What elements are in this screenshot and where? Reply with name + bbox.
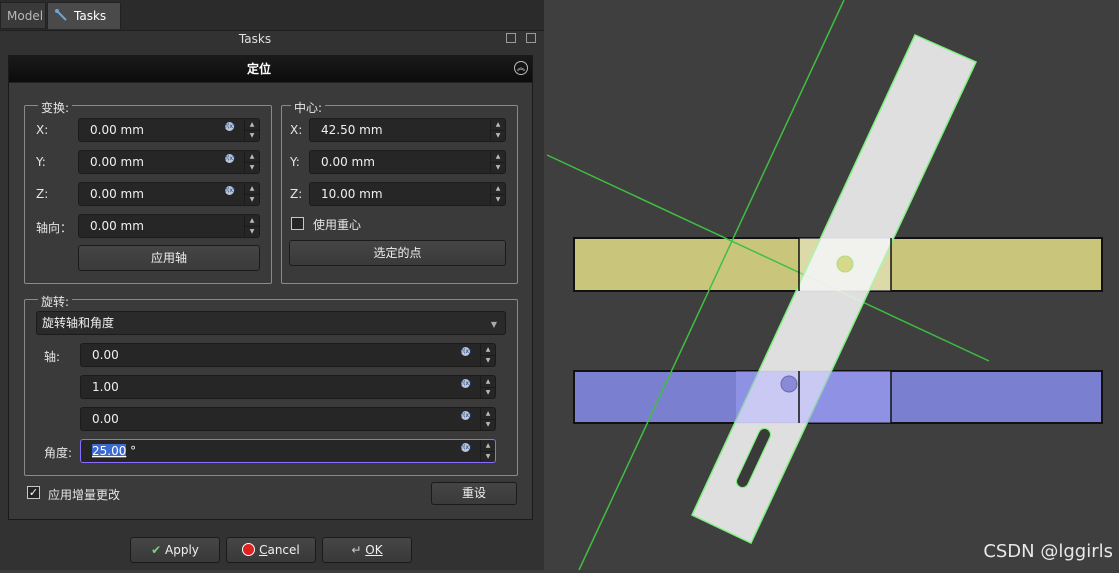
spin-arrows[interactable]: ▲ ▼: [480, 344, 495, 366]
angle-value: 25.00 °: [92, 440, 136, 462]
incremental-checkbox[interactable]: ✓: [27, 486, 40, 499]
cancel-button[interactable]: Cancel: [226, 537, 316, 563]
check-icon: ✔: [151, 543, 162, 557]
expression-icon[interactable]: f(x): [461, 347, 471, 356]
spin-arrows[interactable]: ▲ ▼: [244, 119, 259, 141]
spin-arrows[interactable]: ▲ ▼: [490, 183, 505, 205]
expression-icon[interactable]: f(x): [461, 411, 471, 420]
axial-input[interactable]: 0.00 mm ▲ ▼: [78, 214, 260, 238]
transform-z-value: 0.00 mm: [90, 187, 144, 201]
ok-button-label: OK: [365, 543, 383, 557]
transform-x-label: X:: [36, 123, 49, 137]
axis-x-value: 0.00: [92, 348, 119, 362]
expression-icon[interactable]: f(x): [461, 443, 471, 452]
transform-z-label: Z:: [36, 187, 49, 201]
task-panel: Model Tasks Tasks 定位 ︽ 变换: X: 0.00 mm f(…: [0, 0, 544, 570]
expression-icon[interactable]: f(x): [225, 122, 235, 131]
axis-z-input[interactable]: 0.00 f(x) ▲ ▼: [80, 407, 496, 431]
expression-icon[interactable]: f(x): [461, 379, 471, 388]
axis-y-input[interactable]: 1.00 f(x) ▲ ▼: [80, 375, 496, 399]
dialog-title: 定位: [246, 62, 271, 76]
transform-x-value: 0.00 mm: [90, 123, 144, 137]
panel-title: Tasks: [238, 32, 272, 46]
incremental-label: 应用增量更改: [48, 488, 121, 502]
watermark: CSDN @lggirls: [983, 541, 1113, 562]
spin-arrows[interactable]: ▲ ▼: [480, 376, 495, 398]
use-center-of-mass-label: 使用重心: [313, 218, 362, 232]
wrench-icon: [55, 9, 67, 21]
axis-y-value: 1.00: [92, 380, 119, 394]
ok-arrow-icon: ↵: [351, 543, 362, 557]
placement-dialog: 定位 ︽ 变换: X: 0.00 mm f(x) ▲ ▼ Y: 0.00 mm f…: [8, 55, 533, 520]
transform-z-input[interactable]: 0.00 mm f(x) ▲ ▼: [78, 182, 260, 206]
spin-arrows[interactable]: ▲ ▼: [480, 408, 495, 430]
axis-x-input[interactable]: 0.00 f(x) ▲ ▼: [80, 343, 496, 367]
expression-icon[interactable]: f(x): [225, 186, 235, 195]
use-center-of-mass-checkbox[interactable]: [291, 217, 304, 230]
apply-button-label: Apply: [165, 543, 199, 557]
center-x-value: 42.50 mm: [321, 123, 383, 137]
center-group-title: 中心:: [291, 99, 326, 116]
dialog-header: 定位 ︽: [9, 56, 532, 83]
center-z-label: Z:: [290, 187, 303, 201]
spin-arrows[interactable]: ▲ ▼: [480, 440, 495, 462]
axis-label: 轴:: [44, 350, 61, 364]
angle-value-selected: 25.00: [92, 444, 127, 458]
rotation-mode-value: 旋转轴和角度: [42, 316, 115, 330]
blue-overlap: [736, 371, 891, 423]
spin-arrows[interactable]: ▲ ▼: [244, 183, 259, 205]
reset-button[interactable]: 重设: [431, 482, 517, 505]
spin-arrows[interactable]: ▲ ▼: [244, 151, 259, 173]
center-y-label: Y:: [290, 155, 300, 169]
angle-input[interactable]: 25.00 ° f(x) ▲ ▼: [80, 439, 496, 463]
rotation-group-title: 旋转:: [38, 293, 73, 310]
cancel-label-rest: ancel: [267, 543, 300, 557]
tab-bar: Model Tasks: [0, 0, 544, 31]
center-y-value: 0.00 mm: [321, 155, 375, 169]
apply-button[interactable]: ✔ Apply: [130, 537, 220, 563]
tab-model[interactable]: Model: [0, 2, 46, 29]
ok-button[interactable]: ↵ OK: [322, 537, 412, 563]
chevron-down-icon: ▼: [490, 320, 497, 329]
spin-arrows[interactable]: ▲ ▼: [244, 215, 259, 237]
spin-arrows[interactable]: ▲ ▼: [490, 151, 505, 173]
restore-window-icon[interactable]: [526, 33, 536, 43]
cancel-icon: [242, 543, 256, 556]
center-z-value: 10.00 mm: [321, 187, 383, 201]
transform-y-input[interactable]: 0.00 mm f(x) ▲ ▼: [78, 150, 260, 174]
axial-value: 0.00 mm: [90, 219, 144, 233]
spin-arrows[interactable]: ▲ ▼: [490, 119, 505, 141]
transform-y-value: 0.00 mm: [90, 155, 144, 169]
angle-unit: °: [126, 444, 137, 458]
angle-label: 角度:: [44, 446, 73, 460]
yellow-hole: [836, 255, 854, 273]
center-z-input[interactable]: 10.00 mm ▲ ▼: [309, 182, 506, 206]
cancel-button-label: Cancel: [259, 543, 300, 557]
center-y-input[interactable]: 0.00 mm ▲ ▼: [309, 150, 506, 174]
axial-label: 轴向：: [36, 221, 73, 235]
axis-z-value: 0.00: [92, 412, 119, 426]
transform-group-title: 变换:: [38, 99, 73, 116]
3d-viewport[interactable]: CSDN @lggirls: [544, 0, 1119, 571]
center-x-input[interactable]: 42.50 mm ▲ ▼: [309, 118, 506, 142]
transform-x-input[interactable]: 0.00 mm f(x) ▲ ▼: [78, 118, 260, 142]
selected-points-button[interactable]: 选定的点: [289, 240, 506, 266]
collapse-icon[interactable]: ︽: [514, 61, 528, 75]
blue-hole: [780, 375, 798, 393]
float-window-icon[interactable]: [506, 33, 516, 43]
rotation-mode-select[interactable]: 旋转轴和角度 ▼: [36, 311, 506, 335]
tab-tasks[interactable]: Tasks: [47, 2, 121, 29]
expression-icon[interactable]: f(x): [225, 154, 235, 163]
apply-axial-button[interactable]: 应用轴: [78, 245, 260, 271]
3d-scene: [546, 0, 1103, 571]
transform-y-label: Y:: [36, 155, 46, 169]
center-x-label: X:: [290, 123, 303, 137]
tab-tasks-label: Tasks: [74, 9, 107, 23]
